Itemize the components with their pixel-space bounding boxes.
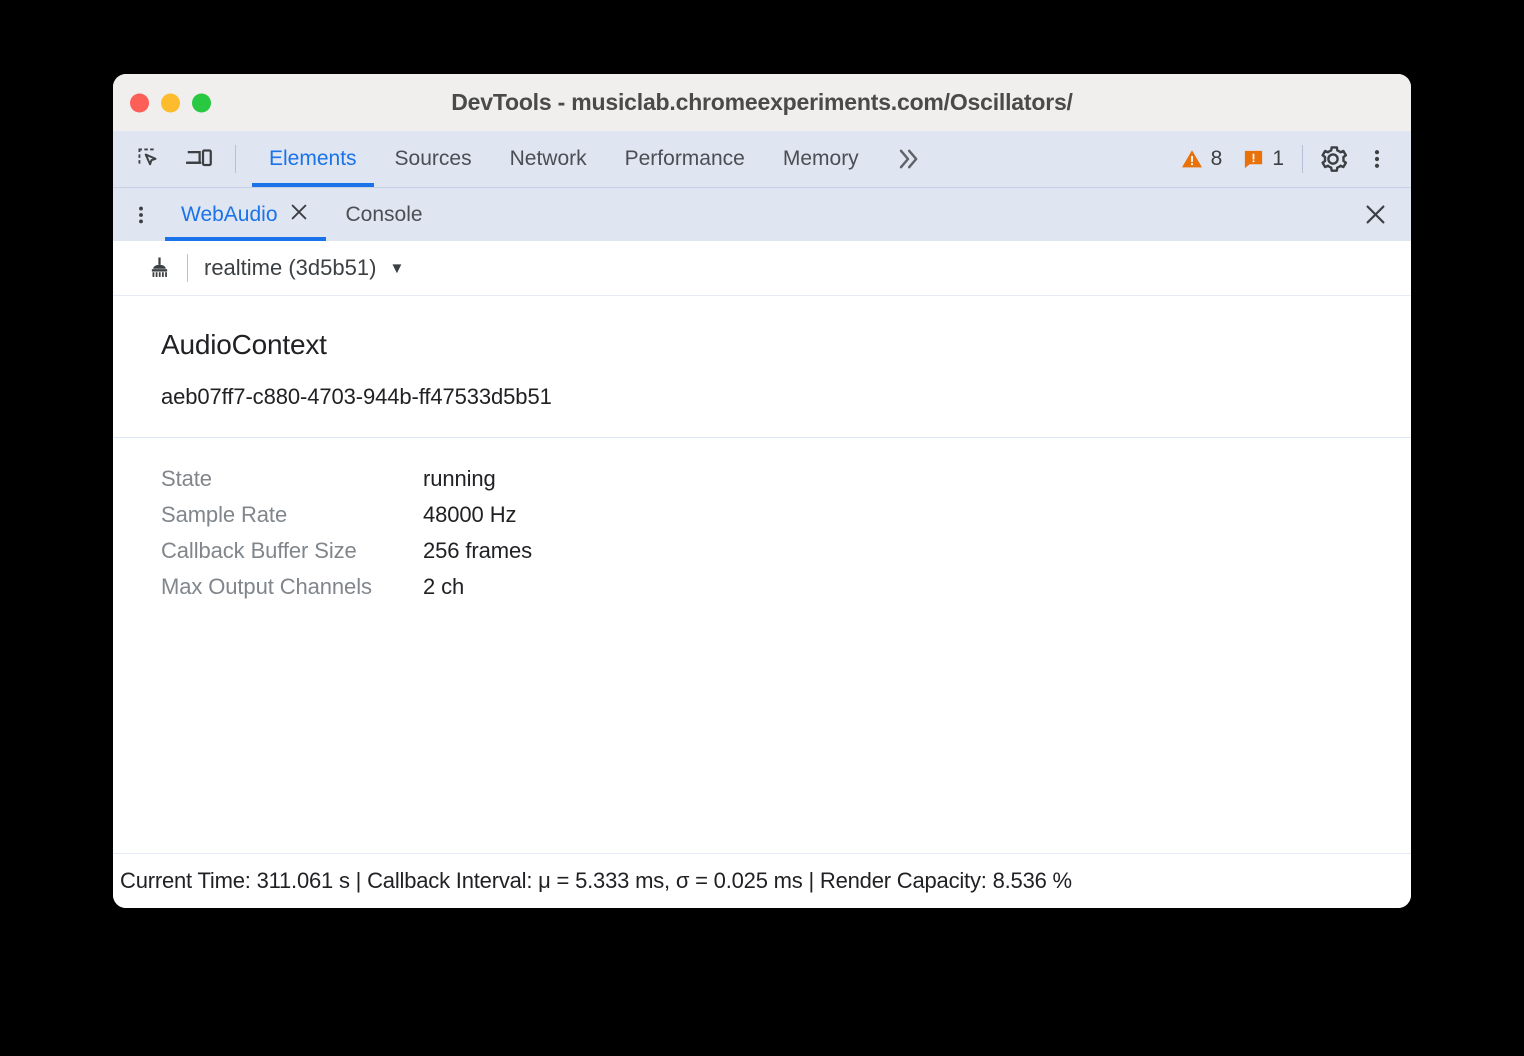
- tab-network-label: Network: [510, 147, 587, 171]
- inspect-element-icon: [135, 145, 163, 173]
- settings-button[interactable]: [1313, 139, 1353, 179]
- drawer-tab-webaudio-label: WebAudio: [181, 203, 278, 227]
- drawer-tab-console[interactable]: Console: [328, 188, 441, 241]
- warning-triangle-icon: [1180, 147, 1204, 171]
- warning-count: 8: [1211, 147, 1223, 171]
- main-toolbar: Elements Sources Network Performance Mem…: [113, 131, 1411, 187]
- property-label: State: [161, 466, 423, 492]
- issue-counter[interactable]: 1: [1234, 147, 1292, 171]
- tab-sources[interactable]: Sources: [376, 131, 491, 187]
- panel-tabs: Elements Sources Network Performance Mem…: [250, 131, 938, 187]
- webaudio-toolbar-divider: [187, 254, 188, 282]
- property-row: State running: [161, 466, 1411, 502]
- clear-broom-icon: [146, 255, 173, 282]
- traffic-lights: [130, 93, 211, 112]
- chevron-double-right-icon: [894, 145, 922, 173]
- audio-context-properties: State running Sample Rate 48000 Hz Callb…: [113, 438, 1411, 610]
- more-vertical-icon: [1365, 147, 1389, 171]
- property-label: Sample Rate: [161, 502, 423, 528]
- property-row: Sample Rate 48000 Hz: [161, 502, 1411, 538]
- property-row: Max Output Channels 2 ch: [161, 574, 1411, 610]
- property-label: Max Output Channels: [161, 574, 423, 600]
- property-row: Callback Buffer Size 256 frames: [161, 538, 1411, 574]
- tab-memory-label: Memory: [783, 147, 859, 171]
- device-toolbar-button[interactable]: [179, 139, 219, 179]
- audio-context-id: aeb07ff7-c880-4703-944b-ff47533d5b51: [161, 384, 1411, 410]
- property-value: 256 frames: [423, 538, 532, 564]
- gear-icon: [1318, 144, 1348, 174]
- toolbar-left-controls: [113, 131, 242, 187]
- close-icon: [1362, 201, 1389, 228]
- more-vertical-icon: [130, 204, 152, 226]
- tab-elements-label: Elements: [269, 147, 357, 171]
- drawer-tab-console-label: Console: [346, 203, 423, 227]
- drawer-menu-button[interactable]: [119, 188, 163, 241]
- tab-performance[interactable]: Performance: [606, 131, 764, 187]
- clear-contexts-button[interactable]: [139, 248, 179, 288]
- chevron-down-icon: ▼: [389, 261, 404, 276]
- zoom-window-button[interactable]: [192, 93, 211, 112]
- status-bar-text: Current Time: 311.061 s | Callback Inter…: [120, 868, 1072, 894]
- device-toolbar-icon: [184, 144, 214, 174]
- tab-elements[interactable]: Elements: [250, 131, 376, 187]
- tab-network[interactable]: Network: [491, 131, 606, 187]
- window-title: DevTools - musiclab.chromeexperiments.co…: [113, 89, 1411, 116]
- property-label: Callback Buffer Size: [161, 538, 423, 564]
- issue-count: 1: [1272, 147, 1284, 171]
- tab-performance-label: Performance: [625, 147, 745, 171]
- warning-counter[interactable]: 8: [1172, 147, 1231, 171]
- status-bar: Current Time: 311.061 s | Callback Inter…: [113, 853, 1411, 908]
- devtools-window: DevTools - musiclab.chromeexperiments.co…: [113, 74, 1411, 908]
- issue-message-icon: [1242, 148, 1265, 171]
- property-value: running: [423, 466, 496, 492]
- more-tabs-button[interactable]: [878, 131, 938, 187]
- inspect-element-button[interactable]: [129, 139, 169, 179]
- main-menu-button[interactable]: [1357, 139, 1397, 179]
- webaudio-toolbar: realtime (3d5b51) ▼: [113, 241, 1411, 296]
- minimize-window-button[interactable]: [161, 93, 180, 112]
- toolbar-right-controls: 8 1: [1172, 131, 1411, 187]
- tab-sources-label: Sources: [395, 147, 472, 171]
- close-window-button[interactable]: [130, 93, 149, 112]
- drawer-close-button[interactable]: [1362, 188, 1411, 241]
- drawer-tab-bar: WebAudio Console: [113, 187, 1411, 241]
- close-icon: [288, 201, 310, 223]
- property-value: 2 ch: [423, 574, 464, 600]
- audio-context-title: AudioContext: [161, 329, 1411, 361]
- toolbar-divider: [235, 145, 236, 173]
- tab-memory[interactable]: Memory: [764, 131, 878, 187]
- context-selector-value: realtime (3d5b51): [204, 255, 376, 281]
- window-titlebar: DevTools - musiclab.chromeexperiments.co…: [113, 74, 1411, 131]
- audio-context-header: AudioContext aeb07ff7-c880-4703-944b-ff4…: [113, 296, 1411, 410]
- webaudio-content: AudioContext aeb07ff7-c880-4703-944b-ff4…: [113, 296, 1411, 853]
- drawer-tab-webaudio-close-button[interactable]: [288, 201, 310, 229]
- drawer-tab-webaudio[interactable]: WebAudio: [163, 188, 328, 241]
- toolbar-right-divider: [1302, 145, 1303, 173]
- property-value: 48000 Hz: [423, 502, 516, 528]
- context-selector[interactable]: realtime (3d5b51) ▼: [196, 251, 412, 285]
